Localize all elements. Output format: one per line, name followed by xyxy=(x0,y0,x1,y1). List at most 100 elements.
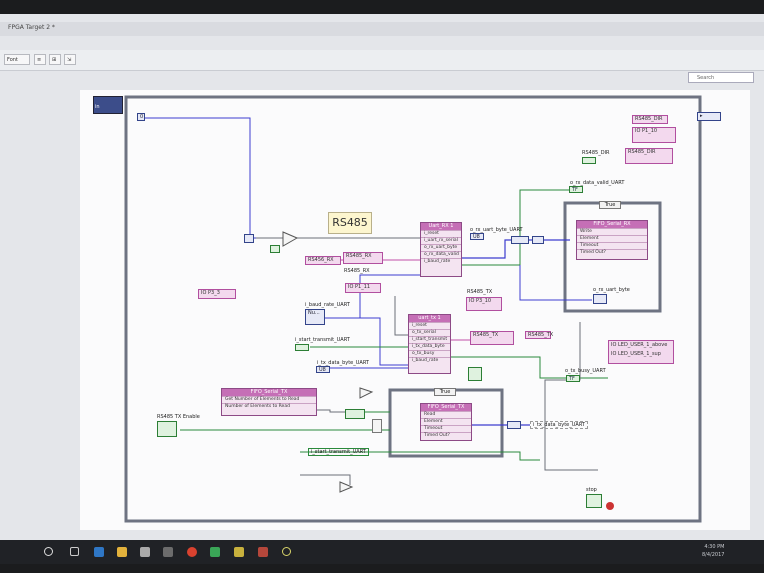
fifo-tx-row: Timed Out? xyxy=(421,432,471,439)
wire xyxy=(394,296,408,336)
app2-icon[interactable] xyxy=(258,547,268,557)
fifo-tx-top-row: Get Number of Elements to Read xyxy=(222,396,316,403)
labview-icon[interactable] xyxy=(234,547,244,557)
not-node xyxy=(359,387,374,399)
task-view-icon[interactable] xyxy=(70,547,79,556)
tx-bool-const[interactable] xyxy=(468,367,482,381)
tx-busy-type: TF xyxy=(569,376,575,382)
folder-icon[interactable] xyxy=(117,547,127,557)
uart-rx-subvi[interactable]: Uart_RX 1 i_reset i_uart_rx_serial o_rx_… xyxy=(420,222,462,277)
tx-data-byte-control[interactable]: U8 xyxy=(316,366,330,373)
fifo-rx-row: Write xyxy=(577,228,647,235)
led-io-node[interactable]: IO LED_USER_1_above IO LED_USER_1_sup xyxy=(608,340,674,364)
app-icon[interactable] xyxy=(163,547,173,557)
rs485-rx-io-node[interactable]: RS485_RX xyxy=(343,252,383,264)
clock-date: 8/4/2017 xyxy=(702,552,725,558)
tx-data-byte-local[interactable]: i_tx_data_byte_UART xyxy=(530,421,588,429)
fifo-tx-top-title: FIFO_Serial_TX xyxy=(222,389,316,396)
wire xyxy=(360,317,408,366)
uart-rx-row: i_uart_rx_serial xyxy=(421,237,461,244)
fifo-tx-row: Read xyxy=(421,411,471,418)
fifo-tx-node[interactable]: FIFO_Serial_TX Read Element Timeout Time… xyxy=(420,403,472,441)
rs485-rx-label: RS485_RX xyxy=(344,268,370,274)
baud-rate-value: Nu... xyxy=(308,310,320,316)
rs485-dir-label: RS485_DIR xyxy=(582,150,610,156)
io-p1-11-node[interactable]: IO P1_11 xyxy=(345,283,381,293)
rx-byte-type: U8 xyxy=(473,234,480,240)
wire xyxy=(325,274,420,319)
led-b-label: IO LED_USER_1_sup xyxy=(611,351,661,357)
stop-button[interactable] xyxy=(586,494,602,508)
uart-tx-subvi[interactable]: uart_tx 1 i_reset o_tx_serial i_start_tr… xyxy=(408,314,451,374)
i32-terminal xyxy=(244,234,254,243)
tx-case-selector[interactable]: True xyxy=(434,388,456,396)
network-app-icon[interactable] xyxy=(210,547,220,557)
rs485-dir-bool[interactable] xyxy=(582,157,596,164)
rs485-dir-top[interactable]: RS485_DIR xyxy=(632,115,668,124)
baud-rate-control[interactable]: Nu... xyxy=(305,309,325,325)
io-p1-10-node[interactable]: IO P1_10 xyxy=(632,127,676,143)
store-icon[interactable] xyxy=(140,547,150,557)
wire xyxy=(544,322,598,471)
io-p3-10-node[interactable]: IO P3_10 xyxy=(466,297,502,311)
rs485-tx-enable-label: RS485 TX Enable xyxy=(157,414,200,420)
start-icon[interactable] xyxy=(44,547,53,556)
fifo-rx-node[interactable]: FIFO_Serial_RX Write Element Timeout Tim… xyxy=(576,220,648,260)
rs485-title-label: RS485 xyxy=(328,212,372,234)
taskbar xyxy=(0,540,764,564)
clock-time: 4:30 PM xyxy=(704,544,725,550)
led-a-label: IO LED_USER_1_above xyxy=(611,342,668,348)
rx-data-valid-type: TF xyxy=(572,187,578,193)
wires-layer xyxy=(124,95,702,523)
right-terminal: ▸ xyxy=(697,112,721,121)
build-array-node xyxy=(282,231,299,247)
chrome-icon[interactable] xyxy=(187,547,197,557)
rx-case-selector[interactable]: True xyxy=(599,201,621,209)
rs485-tx-enable-control[interactable] xyxy=(157,421,177,437)
fifo-rx-row: Timed Out? xyxy=(577,249,647,256)
baud-rate-label: i_baud_rate_UART xyxy=(305,302,350,308)
uart-rx-row: o_rx_uart_byte xyxy=(421,244,461,251)
constant: 0 xyxy=(140,114,144,120)
fifo-tx-title: FIFO_Serial_TX xyxy=(421,404,471,411)
fifo-tx-top-row: Number of Elements to Read xyxy=(222,403,316,410)
start-transmit-control[interactable] xyxy=(295,344,309,351)
edge-icon[interactable] xyxy=(94,547,104,557)
uart-tx-row: o_tx_serial xyxy=(409,329,450,336)
rx-byte-out-label: o_rx_uart_byte xyxy=(593,287,630,293)
rs485-rx-control[interactable]: RS456_RX xyxy=(305,256,341,265)
fifo-rx-row: Element xyxy=(577,235,647,242)
tx-busy-label: o_tx_busy_UART xyxy=(565,368,606,374)
select-node xyxy=(372,419,382,433)
tx-element-out xyxy=(507,421,521,429)
rs485-tx-io-node[interactable]: RS485_TX xyxy=(470,331,514,345)
stop-label: stop xyxy=(586,487,597,493)
rx-byte-local xyxy=(511,236,529,244)
rx-data-valid-indicator: TF xyxy=(569,186,583,193)
rs485-tx-ref[interactable]: RS485_TX xyxy=(525,331,553,339)
compare-node xyxy=(345,409,365,419)
bool-terminal xyxy=(270,245,280,253)
tx-byte-type: U8 xyxy=(319,367,326,373)
uart-tx-row: i_reset xyxy=(409,322,450,329)
start-transmit-local[interactable]: i_start_transmit_UART xyxy=(308,448,369,456)
fifo-rx-row: Timeout xyxy=(577,242,647,249)
uart-tx-row: i_baud_rate xyxy=(409,357,450,364)
fifo-rx-title: FIFO_Serial_RX xyxy=(577,221,647,228)
rs485-tx-label: RS485_TX xyxy=(467,289,493,295)
uart-tx-row: o_tx_busy xyxy=(409,350,450,357)
left-control-label: in xyxy=(95,104,100,110)
stop-condition-icon xyxy=(606,502,614,510)
clock: 4:30 PM 8/4/2017 xyxy=(702,543,724,559)
uart-tx-row: i_start_transmit xyxy=(409,336,450,343)
start-transmit-label: i_start_transmit_UART xyxy=(295,337,350,343)
rx-byte-out-indicator xyxy=(593,294,607,304)
fifo-tx-elements-node[interactable]: FIFO_Serial_TX Get Number of Elements to… xyxy=(221,388,317,416)
io-p3-3-node[interactable]: IO P3_3 xyxy=(198,289,236,299)
fifo-tx-row: Timeout xyxy=(421,425,471,432)
rs485-dir-io-node[interactable]: RS485_DIR xyxy=(625,148,673,164)
app3-icon[interactable] xyxy=(282,547,291,556)
loop-index-terminal: 0 xyxy=(137,113,145,121)
uart-rx-row: i_reset xyxy=(421,230,461,237)
uart-rx-row: i_baud_rate xyxy=(421,258,461,265)
